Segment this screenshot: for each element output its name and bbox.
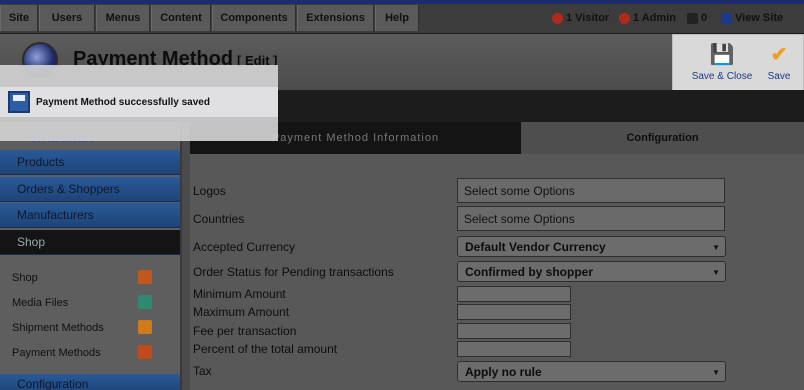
sidebar-sub-media-label: Media Files (12, 296, 69, 309)
menu-users[interactable]: Users (39, 5, 95, 31)
menu-content[interactable]: Content (151, 5, 211, 31)
order-status-select[interactable]: Confirmed by shopper ▼ (457, 261, 726, 282)
menu-help[interactable]: Help (375, 5, 419, 31)
accepted-currency-value: Default Vendor Currency (465, 239, 606, 254)
tax-value: Apply no rule (465, 364, 542, 379)
sidebar-sub-payment-label: Payment Methods (12, 346, 101, 359)
save-close-button[interactable]: 💾 Save & Close (687, 35, 757, 97)
percent-total-input[interactable] (457, 341, 571, 357)
menu-extensions[interactable]: Extensions (297, 5, 374, 31)
payment-icon (138, 345, 152, 359)
sidebar-item-products[interactable]: Products (0, 150, 180, 175)
accepted-currency-select[interactable]: Default Vendor Currency ▼ (457, 236, 726, 257)
chevron-down-icon: ▼ (712, 268, 720, 277)
order-status-value: Confirmed by shopper (465, 264, 594, 279)
fee-per-transaction-input[interactable] (457, 323, 571, 339)
sidebar-sub-shipment-label: Shipment Methods (12, 321, 104, 334)
tax-select[interactable]: Apply no rule ▼ (457, 361, 726, 382)
admin-icon (619, 12, 630, 24)
sidebar-item-shop[interactable]: Shop (0, 230, 180, 255)
maximum-amount-input[interactable] (457, 304, 571, 320)
tax-label: Tax (193, 364, 212, 378)
toolbar: 💾 Save & Close ✔ Save (672, 34, 804, 96)
top-menu-bar: Site Users Menus Content Components Exte… (0, 0, 804, 34)
truck-icon (138, 320, 152, 334)
save-label: Save (767, 71, 791, 82)
messages-icon (687, 12, 698, 24)
save-close-icon: 💾 (709, 44, 735, 66)
accepted-currency-label: Accepted Currency (193, 240, 296, 254)
countries-multiselect[interactable]: Select some Options (457, 206, 725, 231)
visitor-count: 1 Visitor (566, 12, 610, 24)
sidebar-item-configuration[interactable]: Configuration (0, 374, 180, 390)
menu-components[interactable]: Components (212, 5, 296, 31)
sidebar-sub-media[interactable]: Media Files (0, 290, 180, 315)
logos-multiselect[interactable]: Select some Options (457, 178, 725, 203)
fee-per-transaction-label: Fee per transaction (193, 324, 297, 338)
countries-label: Countries (193, 212, 245, 226)
maximum-amount-label: Maximum Amount (193, 305, 290, 319)
minimum-amount-input[interactable] (457, 286, 571, 302)
visitor-icon (552, 12, 563, 24)
sidebar-item-manufacturers[interactable]: Manufacturers (0, 203, 180, 228)
menu-site[interactable]: Site (0, 5, 38, 31)
sidebar-sub-shop-label: Shop (12, 271, 38, 284)
shop-icon (138, 270, 152, 284)
sidebar-sub-shipment[interactable]: Shipment Methods (0, 315, 180, 340)
sidebar-sub-shop[interactable]: Shop (0, 265, 180, 290)
admin-count: 1 Admin (633, 12, 676, 24)
message-row: Payment Method successfully saved (0, 87, 278, 117)
system-message: Payment Method successfully saved (0, 65, 278, 141)
visitor-status: 1 Visitor (552, 10, 609, 26)
media-icon (138, 295, 152, 309)
message-text: Payment Method successfully saved (36, 96, 210, 108)
view-site-link[interactable]: View Site (721, 10, 783, 26)
chevron-down-icon: ▼ (712, 243, 720, 252)
chevron-down-icon: ▼ (712, 368, 720, 377)
menu-menus[interactable]: Menus (96, 5, 150, 31)
admin-status: 1 Admin (619, 10, 676, 26)
view-site-label: View Site (735, 12, 784, 24)
order-status-label: Order Status for Pending transactions (193, 265, 394, 279)
logos-label: Logos (193, 184, 226, 198)
save-button[interactable]: ✔ Save (761, 35, 797, 97)
sidebar-sub-payment[interactable]: Payment Methods (0, 340, 180, 365)
messages-count: 0 (701, 12, 708, 24)
percent-total-label: Percent of the total amount (193, 342, 338, 356)
top-accent-strip (0, 0, 804, 4)
checkmark-icon: ✔ (770, 44, 788, 66)
floppy-disk-icon (8, 91, 30, 113)
messages-status[interactable]: 0 (687, 10, 707, 26)
view-site-icon (721, 12, 732, 24)
sidebar-item-orders[interactable]: Orders & Shoppers (0, 177, 180, 202)
minimum-amount-label: Minimum Amount (193, 287, 286, 301)
tab-configuration[interactable]: Configuration (521, 122, 804, 154)
save-close-label: Save & Close (691, 71, 753, 82)
